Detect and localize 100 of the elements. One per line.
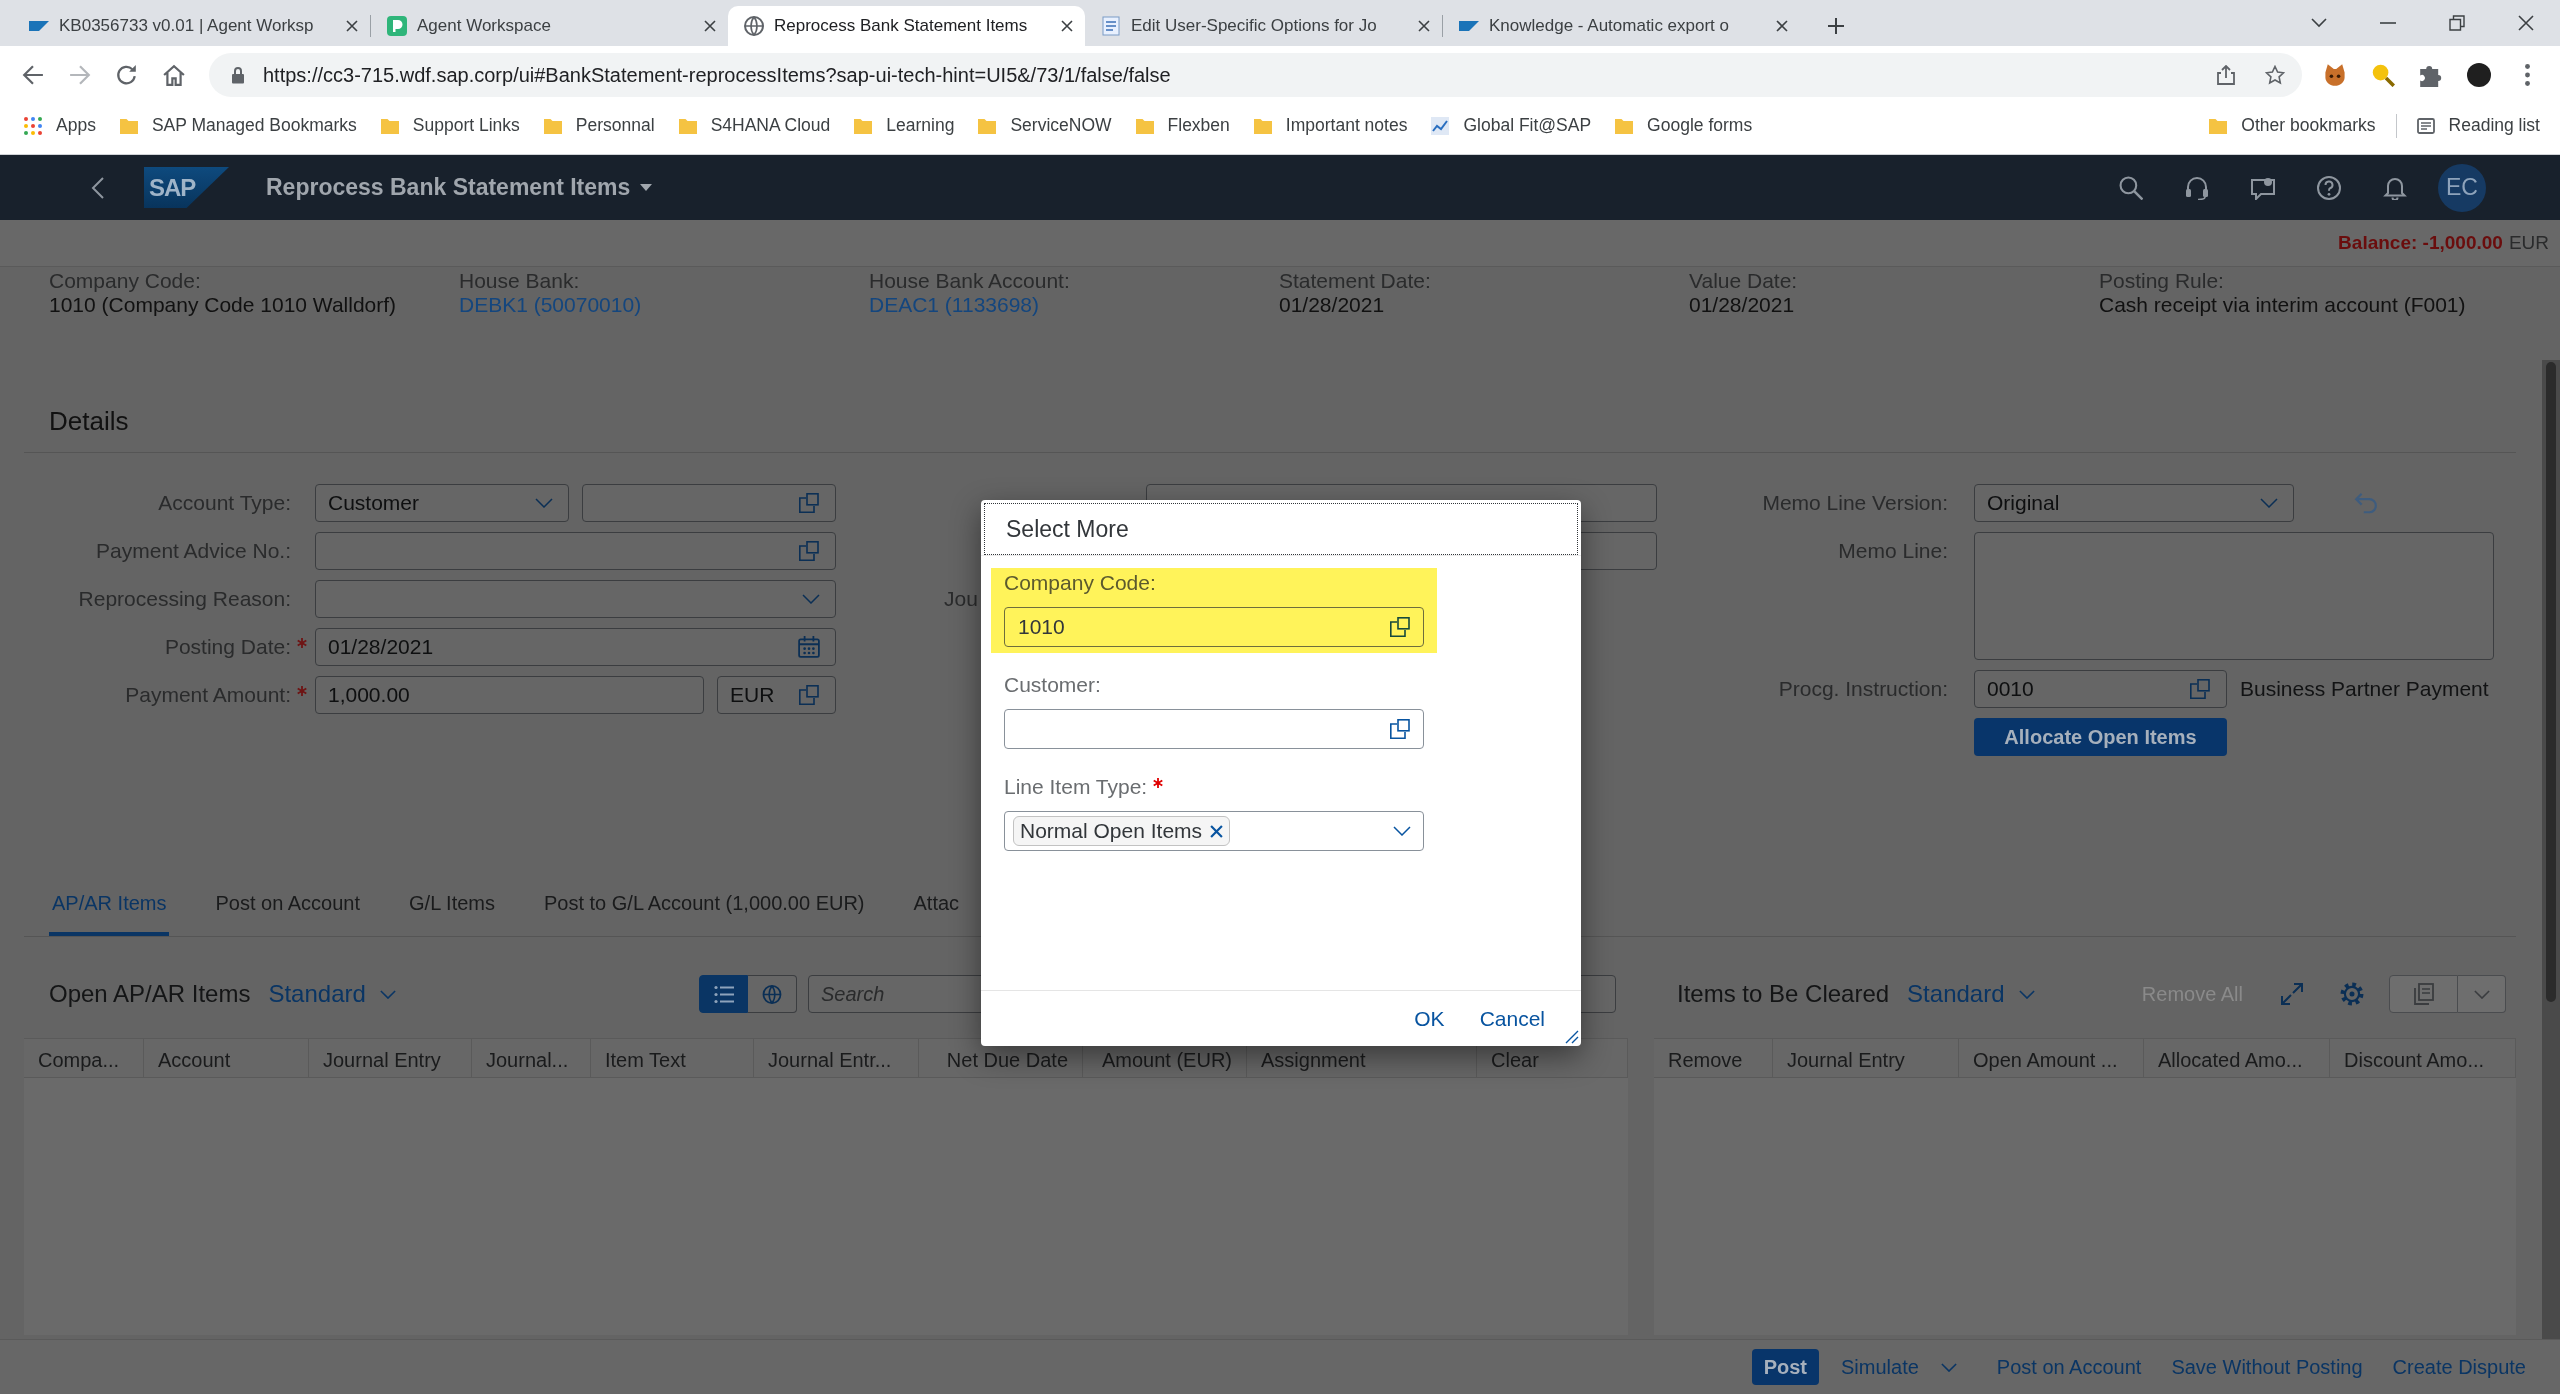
bookmark[interactable]: Google forms	[1603, 109, 1765, 142]
chat-icon[interactable]	[2251, 175, 2275, 200]
reading-list-icon	[2416, 116, 2435, 135]
remove-icon[interactable]	[1210, 824, 1224, 838]
bookmark[interactable]: Personnal	[531, 109, 667, 142]
extension-icon[interactable]	[2323, 63, 2347, 87]
browser-tab[interactable]: Agent Workspace	[371, 6, 728, 46]
bookmark[interactable]: Reading list	[2404, 109, 2552, 142]
value-help-field[interactable]: 0010	[1974, 670, 2227, 708]
browser-tab[interactable]: KB0356733 v0.01 | Agent Worksp	[13, 6, 370, 46]
action-button[interactable]: Save Without Posting	[2163, 1349, 2371, 1385]
action-button[interactable]: Create Dispute	[2384, 1349, 2534, 1385]
column-header[interactable]: Item Text	[591, 1039, 754, 1077]
bookmark[interactable]: Global Fit@SAP	[1419, 109, 1604, 142]
variant-button[interactable]: Standard	[266, 980, 398, 1008]
select-field[interactable]	[315, 580, 836, 618]
avatar-icon[interactable]	[2467, 63, 2491, 87]
bookmark[interactable]: ServiceNOW	[966, 109, 1124, 142]
bookmark[interactable]: Support Links	[368, 109, 532, 142]
column-header[interactable]: Journal...	[472, 1039, 591, 1077]
tab[interactable]: Attac	[910, 880, 963, 936]
date-field[interactable]: 01/28/2021	[315, 628, 836, 666]
column-header[interactable]: Journal Entry	[309, 1039, 472, 1077]
currency-field[interactable]: EUR	[717, 676, 836, 714]
allocate-button[interactable]: Allocate Open Items	[1974, 718, 2227, 756]
user-avatar[interactable]: EC	[2438, 163, 2486, 212]
magnifier-icon[interactable]	[2371, 63, 2395, 87]
close-icon[interactable]	[704, 20, 716, 32]
column-header[interactable]: Compa...	[24, 1039, 144, 1077]
value-help-icon[interactable]	[1389, 718, 1411, 740]
action-button[interactable]: Post on Account	[1988, 1349, 2150, 1385]
tab[interactable]: Post to G/L Account (1,000.00 EUR)	[541, 880, 868, 936]
chevron-down-icon[interactable]	[1393, 826, 1411, 836]
post-button[interactable]: Post	[1751, 1349, 1819, 1385]
new-tab-icon[interactable]	[1828, 18, 1844, 34]
field-label: Line Item Type:	[1004, 775, 1148, 799]
value-help-field[interactable]	[1004, 709, 1424, 749]
dialog-button[interactable]: OK	[1408, 1006, 1451, 1031]
back-icon[interactable]	[91, 175, 105, 200]
chevron-down-icon[interactable]	[2311, 18, 2327, 28]
list-view-button[interactable]	[699, 975, 748, 1013]
close-icon[interactable]	[346, 20, 358, 32]
value-help-field[interactable]	[582, 484, 836, 522]
bookmark[interactable]: Other bookmarks	[2197, 109, 2388, 142]
help-icon[interactable]	[2317, 175, 2341, 200]
column-header[interactable]: Remove	[1654, 1039, 1773, 1077]
back-icon[interactable]	[22, 64, 44, 86]
value-help-icon[interactable]	[1389, 616, 1411, 638]
puzzle-icon[interactable]	[2419, 63, 2443, 87]
input-field[interactable]: 1,000.00	[315, 676, 704, 714]
headset-icon[interactable]	[2185, 175, 2209, 200]
lock-icon[interactable]	[231, 66, 245, 84]
tab[interactable]: AP/AR Items	[49, 880, 170, 936]
calendar-icon[interactable]	[798, 636, 820, 658]
restore-icon[interactable]	[2449, 15, 2465, 31]
reload-icon[interactable]	[116, 64, 138, 86]
close-icon[interactable]	[1776, 20, 1788, 32]
column-header[interactable]: Journal Entr...	[754, 1039, 919, 1077]
folder-icon	[1135, 116, 1154, 135]
column-header[interactable]: Open Amount ...	[1959, 1039, 2144, 1077]
column-header[interactable]: Account	[144, 1039, 309, 1077]
bookmark[interactable]: Important notes	[1241, 109, 1420, 142]
multi-combo-field[interactable]: Normal Open Items	[1004, 811, 1424, 851]
value-help-field[interactable]: 1010	[1004, 607, 1424, 647]
more-icon[interactable]	[2525, 64, 2530, 86]
variant-button[interactable]: Standard	[1905, 980, 2037, 1008]
logo[interactable]: SAP	[144, 167, 229, 208]
browser-tab[interactable]: Edit User-Specific Options for Jo	[1085, 6, 1442, 46]
star-icon[interactable]	[2265, 65, 2285, 85]
bookmark[interactable]: Apps	[12, 109, 108, 142]
column-header[interactable]: Allocated Amo...	[2144, 1039, 2330, 1077]
bookmark[interactable]: S4HANA Cloud	[666, 109, 843, 142]
app-title-menu[interactable]: Reprocess Bank Statement Items	[266, 174, 653, 201]
browser-tab[interactable]: Reprocess Bank Statement Items	[728, 6, 1085, 46]
bell-icon[interactable]	[2383, 175, 2407, 200]
scrollbar-thumb[interactable]	[2546, 362, 2556, 1002]
tab[interactable]: G/L Items	[406, 880, 498, 936]
close-icon[interactable]	[2518, 15, 2534, 31]
select-field[interactable]: Customer	[315, 484, 569, 522]
browser-tab[interactable]: Knowledge - Automatic export o	[1443, 6, 1800, 46]
close-icon[interactable]	[1418, 20, 1430, 32]
tab[interactable]: Post on Account	[212, 880, 364, 936]
bookmark[interactable]: Flexben	[1123, 109, 1242, 142]
value-help-field[interactable]	[315, 532, 836, 570]
close-icon[interactable]	[1061, 20, 1073, 32]
search-icon[interactable]	[2119, 175, 2143, 200]
address-bar[interactable]: https://cc3-715.wdf.sap.corp/ui#BankStatement-reprocessItems?sap-ui-tech-hint=UI5&/73/1/false/false	[209, 53, 2302, 97]
bookmark[interactable]: SAP Managed Bookmarks	[107, 109, 369, 142]
field-label: Company Code:	[1004, 571, 1156, 595]
resize-grip-icon[interactable]	[1565, 1030, 1579, 1044]
home-icon[interactable]	[163, 64, 185, 86]
select-field[interactable]: Original	[1974, 484, 2294, 522]
column-header[interactable]: Discount Amo...	[2330, 1039, 2516, 1077]
token[interactable]: Normal Open Items	[1013, 816, 1231, 846]
share-icon[interactable]	[2216, 65, 2236, 85]
menu-button[interactable]: Simulate	[1833, 1349, 1975, 1385]
bookmark[interactable]: Learning	[842, 109, 967, 142]
scrollbar-track[interactable]	[2542, 360, 2560, 1339]
dialog-button[interactable]: Cancel	[1473, 1006, 1551, 1031]
column-header[interactable]: Journal Entry	[1773, 1039, 1959, 1077]
